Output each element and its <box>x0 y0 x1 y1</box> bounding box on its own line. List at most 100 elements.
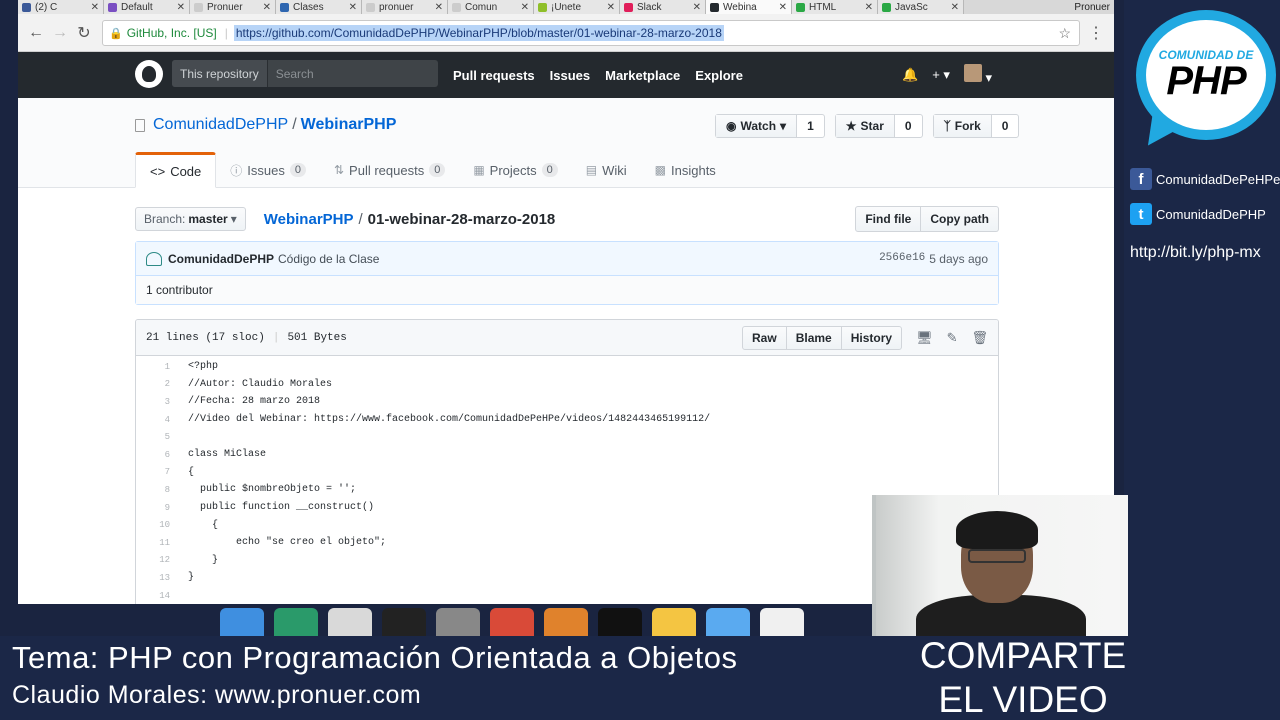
tab-close-icon[interactable]: ✕ <box>865 2 873 13</box>
chrome-icon[interactable] <box>490 608 534 636</box>
pencil-icon[interactable]: ✎ <box>947 330 958 346</box>
repo-name-link[interactable]: WebinarPHP <box>301 116 397 134</box>
tab-code[interactable]: <> Code <box>135 152 217 188</box>
tab-favicon-icon <box>710 2 719 12</box>
commit-message[interactable]: Código de la Clase <box>278 252 379 266</box>
activity-monitor-icon[interactable] <box>382 608 426 636</box>
bookmark-star-icon[interactable]: ☆ <box>1058 25 1071 42</box>
commit-author-avatar[interactable] <box>146 251 162 266</box>
contributors[interactable]: 1 contributor <box>136 276 998 304</box>
breadcrumb-repo-link[interactable]: WebinarPHP <box>264 211 354 228</box>
browser-tab[interactable]: Default ✕ <box>104 0 190 14</box>
browser-tab[interactable]: Slack ✕ <box>620 0 706 14</box>
browser-tab[interactable]: Comun ✕ <box>448 0 534 14</box>
tab-close-icon[interactable]: ✕ <box>263 2 271 13</box>
line-number[interactable]: 13 <box>136 573 172 583</box>
line-number[interactable]: 14 <box>136 591 172 601</box>
presenter-hair <box>956 511 1038 549</box>
plus-icon[interactable]: + ▾ <box>932 67 950 83</box>
commit-author[interactable]: ComunidadDePHP <box>168 252 274 266</box>
tab-close-icon[interactable]: ✕ <box>349 2 357 13</box>
url-text[interactable]: https://github.com/ComunidadDePHP/Webina… <box>233 25 724 41</box>
watch-count[interactable]: 1 <box>797 115 824 137</box>
forward-icon[interactable]: → <box>48 24 72 42</box>
browser-tab[interactable]: Clases ✕ <box>276 0 362 14</box>
preview-icon[interactable] <box>274 608 318 636</box>
copy-path-button[interactable]: Copy path <box>921 206 999 232</box>
browser-tab[interactable]: HTML ✕ <box>792 0 878 14</box>
back-icon[interactable]: ← <box>24 24 48 42</box>
line-number[interactable]: 8 <box>136 485 172 495</box>
blame-button[interactable]: Blame <box>785 325 842 350</box>
tab-close-icon[interactable]: ✕ <box>177 2 185 13</box>
watch-button[interactable]: ◉ Watch ▾ <box>716 115 798 137</box>
fork-count[interactable]: 0 <box>992 115 1019 137</box>
nav-pull-requests[interactable]: Pull requests <box>453 68 535 83</box>
finder-icon[interactable] <box>220 608 264 636</box>
line-number[interactable]: 2 <box>136 379 172 389</box>
tab-issues[interactable]: ⓘ Issues 0 <box>216 152 320 188</box>
avatar[interactable]: ▾ <box>963 64 992 86</box>
line-number[interactable]: 3 <box>136 397 172 407</box>
line-number[interactable]: 7 <box>136 467 172 477</box>
file-navigation: Branch: master ▾ WebinarPHP / 01-webinar… <box>135 206 999 232</box>
history-button[interactable]: History <box>840 325 903 350</box>
line-number[interactable]: 4 <box>136 415 172 425</box>
nav-issues[interactable]: Issues <box>550 68 590 83</box>
tab-pull-requests[interactable]: ⇅ Pull requests 0 <box>320 152 459 188</box>
github-logo-icon[interactable] <box>135 60 163 88</box>
line-number[interactable]: 11 <box>136 538 172 548</box>
browser-tab[interactable]: pronuer ✕ <box>362 0 448 14</box>
fork-button[interactable]: ᛉ Fork <box>933 115 992 137</box>
book-icon: ▤ <box>585 163 598 177</box>
tab-close-icon[interactable]: ✕ <box>693 2 701 13</box>
browser-tab[interactable]: (2) C ✕ <box>18 0 104 14</box>
raw-button[interactable]: Raw <box>742 325 787 350</box>
line-number[interactable]: 10 <box>136 520 172 530</box>
star-button[interactable]: ★ Star <box>835 115 895 137</box>
bell-icon[interactable]: 🔔 <box>902 67 918 83</box>
desktop-icon[interactable]: 🖥 <box>916 330 933 346</box>
window-icon[interactable] <box>760 608 804 636</box>
tab-close-icon[interactable]: ✕ <box>435 2 443 13</box>
line-number[interactable]: 1 <box>136 362 172 372</box>
line-number[interactable]: 9 <box>136 503 172 513</box>
tab-close-icon[interactable]: ✕ <box>521 2 529 13</box>
github-search[interactable]: This repository <box>172 60 438 87</box>
menu-icon[interactable]: ⋮ <box>1084 23 1108 43</box>
find-file-button[interactable]: Find file <box>855 206 922 232</box>
profile-label[interactable]: Pronuer <box>964 0 1114 14</box>
launchpad-icon[interactable] <box>652 608 696 636</box>
line-number[interactable]: 12 <box>136 555 172 565</box>
tab-wiki[interactable]: ▤ Wiki <box>572 152 641 188</box>
app-icon[interactable] <box>328 608 372 636</box>
star-count[interactable]: 0 <box>895 115 922 137</box>
address-bar[interactable]: 🔒 GitHub, Inc. [US] | https://github.com… <box>102 20 1080 46</box>
tab-close-icon[interactable]: ✕ <box>779 2 787 13</box>
nav-explore[interactable]: Explore <box>695 68 743 83</box>
branch-select[interactable]: Branch: master ▾ <box>135 207 246 231</box>
browser-tab[interactable]: JavaSc ✕ <box>878 0 964 14</box>
line-content: //Autor: Claudio Morales <box>188 378 333 390</box>
tab-insights[interactable]: ▩ Insights <box>641 152 730 188</box>
browser-tab[interactable]: Pronuer ✕ <box>190 0 276 14</box>
line-number[interactable]: 5 <box>136 432 172 442</box>
tab-label: Slack <box>637 1 662 13</box>
tab-close-icon[interactable]: ✕ <box>91 2 99 13</box>
settings-icon[interactable] <box>436 608 480 636</box>
commit-sha[interactable]: 2566e16 <box>879 252 925 266</box>
repo-owner-link[interactable]: ComunidadDePHP <box>153 116 288 134</box>
reload-icon[interactable]: ↻ <box>72 23 96 43</box>
terminal-icon[interactable] <box>598 608 642 636</box>
browser-tab[interactable]: ¡Unete ✕ <box>534 0 620 14</box>
tab-projects[interactable]: ▦ Projects 0 <box>459 152 571 188</box>
browser-tab[interactable]: Webina ✕ <box>706 0 792 14</box>
nav-marketplace[interactable]: Marketplace <box>605 68 680 83</box>
search-input[interactable] <box>267 66 428 81</box>
sublime-icon[interactable] <box>544 608 588 636</box>
tab-close-icon[interactable]: ✕ <box>951 2 959 13</box>
trash-icon[interactable]: 🗑 <box>971 330 988 346</box>
tab-close-icon[interactable]: ✕ <box>607 2 615 13</box>
line-number[interactable]: 6 <box>136 450 172 460</box>
folder-icon[interactable] <box>706 608 750 636</box>
